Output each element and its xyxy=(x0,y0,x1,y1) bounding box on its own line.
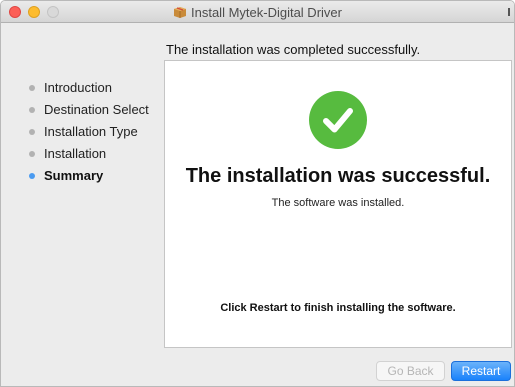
status-heading: The installation was completed successfu… xyxy=(166,42,421,57)
package-icon xyxy=(173,6,187,18)
step-destination-select: Destination Select xyxy=(29,102,149,124)
step-bullet-active-icon xyxy=(29,173,35,179)
window-title-text: Install Mytek-Digital Driver xyxy=(191,5,342,20)
success-title: The installation was successful. xyxy=(185,165,491,187)
step-bullet-icon xyxy=(29,107,35,113)
step-label: Destination Select xyxy=(44,102,149,117)
step-bullet-icon xyxy=(29,85,35,91)
restart-note: Click Restart to finish installing the s… xyxy=(220,302,456,314)
step-installation-type: Installation Type xyxy=(29,124,149,146)
go-back-button[interactable]: Go Back xyxy=(376,361,445,381)
step-label: Summary xyxy=(44,168,104,183)
installer-steps: Introduction Destination Select Installa… xyxy=(29,80,149,190)
checkmark-icon xyxy=(309,91,367,149)
window-title: Install Mytek-Digital Driver xyxy=(1,5,514,20)
step-installation: Installation xyxy=(29,146,149,168)
installer-window: Install Mytek-Digital Driver The install… xyxy=(0,0,515,387)
step-label: Installation Type xyxy=(44,124,138,139)
success-subtitle: The software was installed. xyxy=(271,197,405,209)
step-label: Installation xyxy=(44,146,107,161)
restart-button[interactable]: Restart xyxy=(451,361,511,381)
step-summary: Summary xyxy=(29,168,149,190)
step-bullet-icon xyxy=(29,129,35,135)
summary-panel: The installation was successful. The sof… xyxy=(164,60,512,348)
step-label: Introduction xyxy=(44,80,112,95)
step-introduction: Introduction xyxy=(29,80,149,102)
step-bullet-icon xyxy=(29,151,35,157)
resize-mark xyxy=(508,8,510,16)
title-bar[interactable]: Install Mytek-Digital Driver xyxy=(1,1,514,23)
